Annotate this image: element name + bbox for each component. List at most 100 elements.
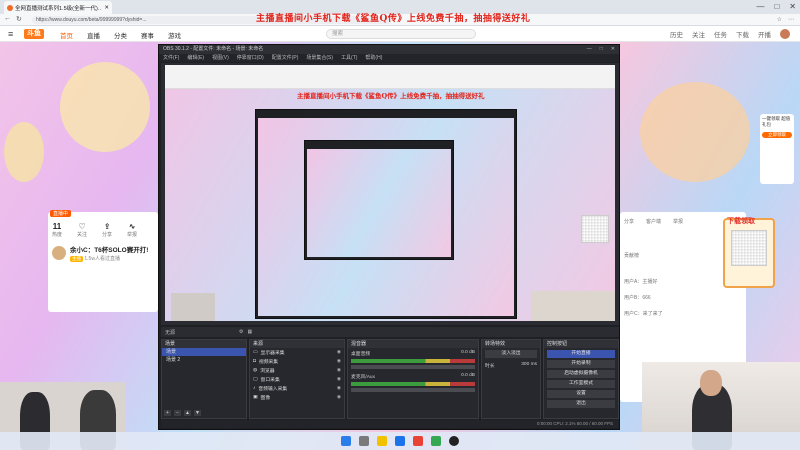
start-streaming-button[interactable]: 开始直播: [547, 350, 615, 358]
eye-icon[interactable]: ◉: [337, 386, 341, 391]
eye-icon[interactable]: ◉: [337, 377, 341, 382]
start-icon[interactable]: [341, 436, 351, 446]
menu-tools[interactable]: 工具(T): [341, 54, 357, 62]
minimize-icon[interactable]: —: [587, 45, 592, 54]
source-item[interactable]: ♪ 音频输入采集 ◉: [250, 384, 344, 393]
mixer-channel: 桌面音频 0.0 dB: [351, 350, 475, 357]
up-icon[interactable]: ▲: [184, 410, 191, 416]
dock-title: 转场特效: [482, 340, 540, 348]
exit-button[interactable]: 退出: [547, 400, 615, 408]
start-recording-button[interactable]: 开始录制: [547, 360, 615, 368]
source-item[interactable]: ▢ 窗口采集 ◉: [250, 375, 344, 384]
download-gift-box[interactable]: 下载领取: [723, 218, 775, 288]
remove-icon[interactable]: −: [174, 410, 181, 416]
stat-share[interactable]: ⇪ 分享: [102, 222, 112, 238]
menu-icon[interactable]: ≡: [8, 29, 13, 39]
scene-item[interactable]: 场景 2: [162, 356, 246, 364]
chat-item: 用户A：主播好: [624, 279, 658, 285]
close-icon[interactable]: ✕: [611, 45, 615, 54]
eye-icon[interactable]: ◉: [337, 350, 341, 355]
edge-icon[interactable]: [395, 436, 405, 446]
nav-home[interactable]: 首页: [60, 30, 73, 40]
sources-dock: 来源 ▭ 显示器采集 ◉ ◘ 视频采集 ◉ ◍ 浏览器 ◉ ▢ 窗口采集 ◉ ♪ 音频输入采集 ◉ …: [249, 339, 345, 419]
chat-item: 用户C：来了来了: [624, 311, 663, 317]
minimize-button[interactable]: —: [756, 2, 764, 11]
close-button[interactable]: ✕: [789, 2, 796, 11]
extensions-icon[interactable]: ⋯: [788, 16, 794, 23]
share-icon[interactable]: 分享: [624, 218, 634, 225]
source-toolbar: 无源 ⚙ ▦: [161, 327, 619, 337]
no-source-label: 无源: [165, 329, 176, 336]
site-logo[interactable]: 斗鱼: [24, 29, 44, 39]
filter-icon[interactable]: ▦: [248, 329, 253, 335]
menu-docks[interactable]: 停靠窗口(D): [237, 54, 264, 62]
volume-slider[interactable]: [351, 365, 475, 369]
follow-link[interactable]: 关注: [692, 29, 705, 39]
refresh-icon[interactable]: ↻: [16, 15, 22, 23]
obs-app-icon[interactable]: [449, 436, 459, 446]
source-item[interactable]: ▭ 显示器采集 ◉: [250, 348, 344, 357]
streamer-name: 余小C：T6杯SOLO赛开打!: [70, 247, 149, 254]
settings-button[interactable]: 设置: [547, 390, 615, 398]
volume-meter: [351, 359, 475, 363]
menu-profile[interactable]: 配置文件(P): [272, 54, 299, 62]
history-link[interactable]: 历史: [670, 29, 683, 39]
maximize-button[interactable]: □: [774, 2, 779, 11]
source-item[interactable]: ◍ 浏览器 ◉: [250, 366, 344, 375]
obs-title: OBS 30.1.2 - 配置文件: 未命名 - 场景: 未命名: [163, 46, 264, 52]
browser-tab[interactable]: 全网直播测试系列1.5级(全新一代)… ✕: [4, 1, 112, 14]
source-item[interactable]: ◘ 视频采集 ◉: [250, 357, 344, 366]
nav-match[interactable]: 赛事: [141, 30, 154, 40]
transition-select[interactable]: 淡入淡出: [485, 350, 537, 358]
scene-item[interactable]: 场景: [162, 348, 246, 356]
duration-field[interactable]: 300 ms: [521, 362, 537, 369]
down-icon[interactable]: ▼: [194, 410, 201, 416]
avatar[interactable]: [52, 246, 66, 260]
search-input[interactable]: 搜索: [326, 29, 476, 39]
volume-slider[interactable]: [351, 388, 475, 392]
menu-file[interactable]: 文件(F): [163, 54, 179, 62]
report-icon[interactable]: 举报: [673, 218, 683, 225]
star-icon[interactable]: ☆: [777, 16, 782, 23]
promo-card[interactable]: 一键领取 超值礼包 立即领取: [760, 114, 794, 184]
eye-icon[interactable]: ◉: [337, 359, 341, 364]
eye-icon[interactable]: ◉: [337, 368, 341, 373]
obs-menu-bar: 文件(F) 编辑(E) 视图(V) 停靠窗口(D) 配置文件(P) 场景集合(S…: [159, 54, 619, 62]
add-icon[interactable]: +: [164, 410, 171, 416]
preview-webcam: [531, 291, 615, 321]
menu-help[interactable]: 帮助(H): [365, 54, 382, 62]
menu-edit[interactable]: 编辑(E): [187, 54, 204, 62]
obs-docks: 场景 场景 场景 2 + − ▲ ▼ 来源 ▭ 显示器采集 ◉ ◘ 视频采集 ◉ ◍ 浏览…: [161, 339, 619, 419]
source-item[interactable]: ▣ 图像 ◉: [250, 393, 344, 402]
studio-mode-button[interactable]: 工作室模式: [547, 380, 615, 388]
folder-icon[interactable]: [377, 436, 387, 446]
nav-category[interactable]: 分类: [114, 30, 127, 40]
search-icon[interactable]: [359, 436, 369, 446]
promo-button[interactable]: 立即领取: [762, 132, 792, 138]
user-avatar[interactable]: [780, 29, 790, 39]
volume-meter: [351, 382, 475, 386]
download-link[interactable]: 下载: [736, 29, 749, 39]
tab-title: 全网直播测试系列1.5级(全新一代)…: [15, 5, 103, 12]
eye-icon[interactable]: ◉: [337, 395, 341, 400]
mixer-channel: 麦克风/Aux 0.0 dB: [351, 373, 475, 380]
announcement-banner: 主播直播间小手机下载《鲨鱼Q传》上线免费千抽，抽抽得送好礼: [256, 14, 531, 24]
image-icon: ▣: [253, 395, 258, 400]
virtual-camera-button[interactable]: 启动虚拟摄像机: [547, 370, 615, 378]
app-icon[interactable]: [413, 436, 423, 446]
client-icon[interactable]: 客户端: [646, 218, 661, 225]
tab-close-icon[interactable]: ✕: [104, 5, 109, 11]
task-link[interactable]: 任务: [714, 29, 727, 39]
gear-icon[interactable]: ⚙: [239, 329, 243, 335]
obs-preview[interactable]: 主播直播间小手机下载《鲨鱼Q传》上线免费千抽，抽抽得送好礼: [161, 63, 619, 325]
menu-scene-collection[interactable]: 场景集合(S): [306, 54, 333, 62]
go-live-link[interactable]: 开播: [758, 29, 771, 39]
nav-games[interactable]: 游戏: [168, 30, 181, 40]
stat-follow[interactable]: ♡ 关注: [77, 222, 87, 238]
nav-live[interactable]: 直播: [87, 30, 100, 40]
maximize-icon[interactable]: □: [600, 45, 603, 54]
app-icon[interactable]: [431, 436, 441, 446]
back-icon[interactable]: ←: [4, 15, 11, 23]
menu-view[interactable]: 视图(V): [212, 54, 229, 62]
stat-report[interactable]: ∿ 举报: [127, 222, 137, 238]
